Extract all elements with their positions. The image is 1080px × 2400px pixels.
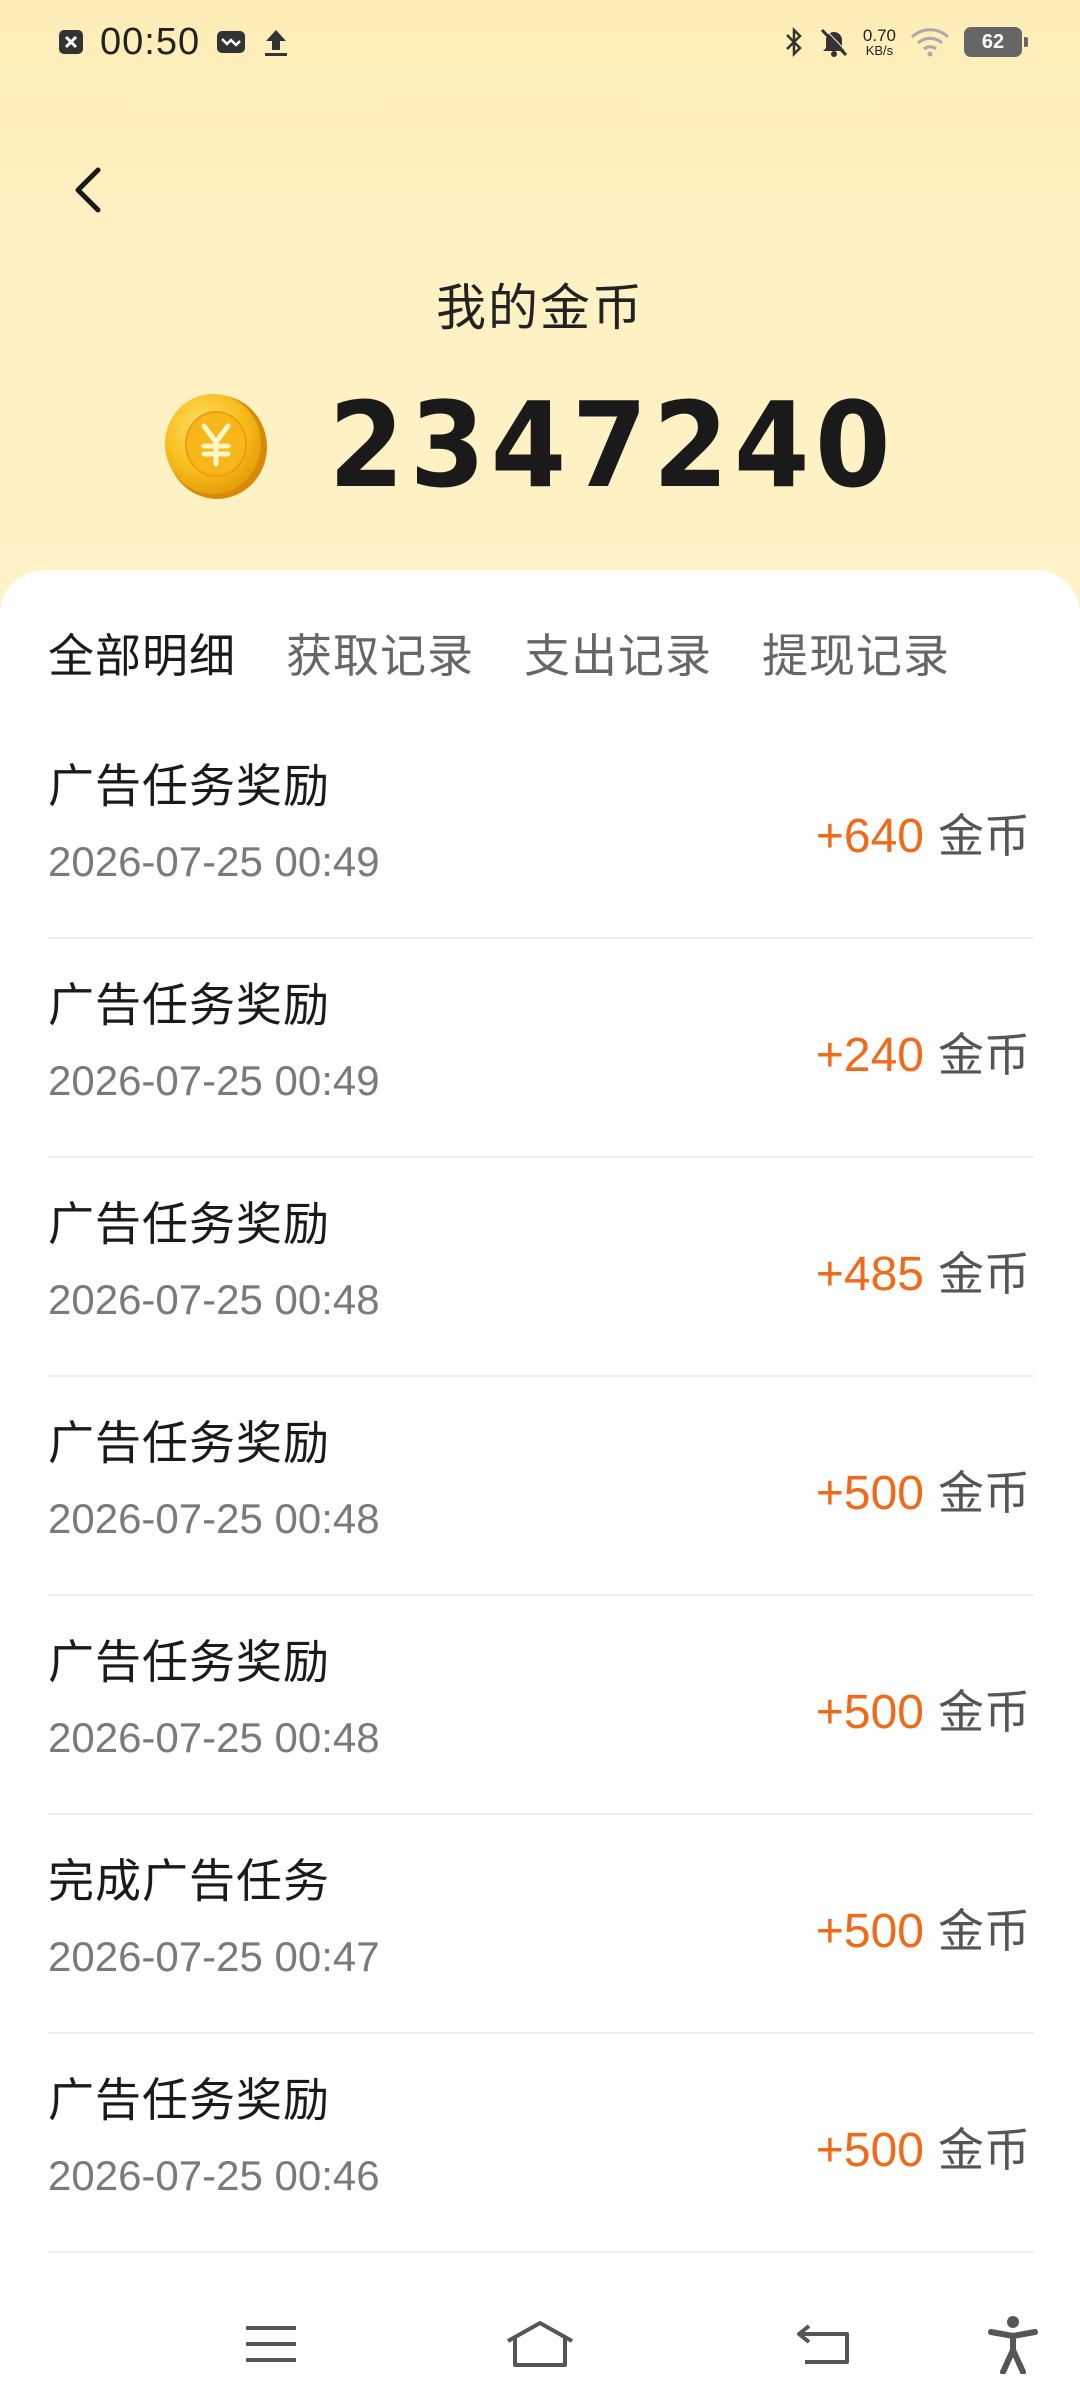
list-item: 广告任务奖励 2026-07-25 00:48 +500 金币	[48, 1377, 1034, 1596]
record-tabs: 全部明细 获取记录 支出记录 提现记录	[48, 620, 950, 686]
record-amount: +240 金币	[816, 1019, 1030, 1085]
list-item: 广告任务奖励 2026-07-25 00:48 +500 金币	[48, 1596, 1034, 1815]
record-amount-value: +640	[815, 810, 924, 863]
home-icon	[507, 2321, 573, 2367]
list-item: 广告任务奖励 2026-07-25 00:49 +640 金币	[48, 720, 1034, 939]
mute-icon	[819, 26, 849, 58]
record-amount-value: +240	[815, 1029, 924, 1082]
record-amount: +500 金币	[816, 2114, 1030, 2180]
record-amount-unit: 金币	[938, 1247, 1030, 1301]
list-item: 广告任务奖励 2026-07-25 00:48 +485 金币	[48, 1158, 1034, 1377]
record-time: 2026-07-25 00:48	[48, 1714, 380, 1761]
list-item: 广告任务奖励 2026-07-25 00:49 +240 金币	[48, 939, 1034, 1158]
record-amount: +485 金币	[816, 1238, 1030, 1304]
message-icon	[216, 27, 246, 57]
accessibility-icon	[988, 2316, 1038, 2374]
battery-icon: 62	[964, 27, 1028, 57]
record-amount-value: +500	[815, 2124, 924, 2177]
record-amount-unit: 金币	[938, 2123, 1030, 2177]
system-nav-bar	[0, 2290, 1080, 2400]
tab-earned-records[interactable]: 获取记录	[286, 620, 474, 686]
menu-icon	[246, 2326, 296, 2362]
record-title: 广告任务奖励	[48, 978, 330, 1032]
record-title: 广告任务奖励	[48, 759, 330, 813]
record-title: 广告任务奖励	[48, 2073, 330, 2127]
record-list: 广告任务奖励 2026-07-25 00:49 +640 金币 广告任务奖励 2…	[48, 720, 1034, 2253]
record-amount-unit: 金币	[938, 1028, 1030, 1082]
back-nav-button[interactable]	[790, 2312, 860, 2376]
notification-close-icon	[58, 27, 84, 57]
record-title: 广告任务奖励	[48, 1416, 330, 1470]
record-amount-value: +500	[815, 1905, 924, 1958]
list-item: 完成广告任务 2026-07-25 00:47 +500 金币	[48, 1815, 1034, 2034]
network-speed: 0.70 KB/s	[863, 27, 896, 57]
record-time: 2026-07-25 00:47	[48, 1933, 380, 1980]
tab-withdraw-records[interactable]: 提现记录	[762, 620, 950, 686]
network-speed-unit: KB/s	[865, 43, 894, 58]
home-button[interactable]	[505, 2312, 575, 2376]
record-title: 广告任务奖励	[48, 1635, 330, 1689]
page-title: 我的金币	[436, 279, 644, 337]
record-title: 完成广告任务	[48, 1854, 330, 1908]
record-time: 2026-07-25 00:49	[48, 838, 380, 885]
status-bar: 00:50 0.70 KB/s 62	[0, 0, 1080, 84]
record-amount: +500 金币	[816, 1895, 1030, 1961]
record-amount-value: +500	[815, 1686, 924, 1739]
record-time: 2026-07-25 00:48	[48, 1495, 380, 1542]
tab-all-details[interactable]: 全部明细	[48, 620, 236, 686]
list-item: 广告任务奖励 2026-07-25 00:46 +500 金币	[48, 2034, 1034, 2253]
network-speed-value: 0.70	[862, 26, 896, 45]
record-amount-unit: 金币	[938, 1466, 1030, 1520]
bluetooth-icon	[783, 26, 805, 58]
record-amount: +500 金币	[816, 1676, 1030, 1742]
coin-balance: 2347240	[328, 376, 896, 514]
record-amount-unit: 金币	[938, 1904, 1030, 1958]
record-time: 2026-07-25 00:46	[48, 2152, 380, 2199]
record-amount: +640 金币	[816, 800, 1030, 866]
upload-icon	[262, 26, 290, 58]
record-time: 2026-07-25 00:48	[48, 1276, 380, 1323]
details-card: 全部明细 获取记录 支出记录 提现记录 广告任务奖励 2026-07-25 00…	[0, 570, 1080, 2290]
record-amount-value: +485	[815, 1248, 924, 1301]
gold-coin-icon	[164, 394, 267, 499]
record-time: 2026-07-25 00:49	[48, 1057, 380, 1104]
tab-spent-records[interactable]: 支出记录	[524, 620, 712, 686]
balance-row: 2347240	[0, 376, 1080, 514]
status-time: 00:50	[100, 20, 201, 63]
record-title: 广告任务奖励	[48, 1197, 330, 1251]
record-amount-value: +500	[815, 1467, 924, 1520]
back-button[interactable]	[58, 160, 118, 220]
record-amount-unit: 金币	[938, 809, 1030, 863]
chevron-left-icon	[75, 167, 101, 213]
record-amount: +500 金币	[816, 1457, 1030, 1523]
accessibility-button[interactable]	[978, 2312, 1048, 2376]
back-icon	[797, 2324, 849, 2364]
record-amount-unit: 金币	[938, 1685, 1030, 1739]
menu-button[interactable]	[236, 2312, 306, 2376]
wifi-icon	[910, 26, 950, 58]
